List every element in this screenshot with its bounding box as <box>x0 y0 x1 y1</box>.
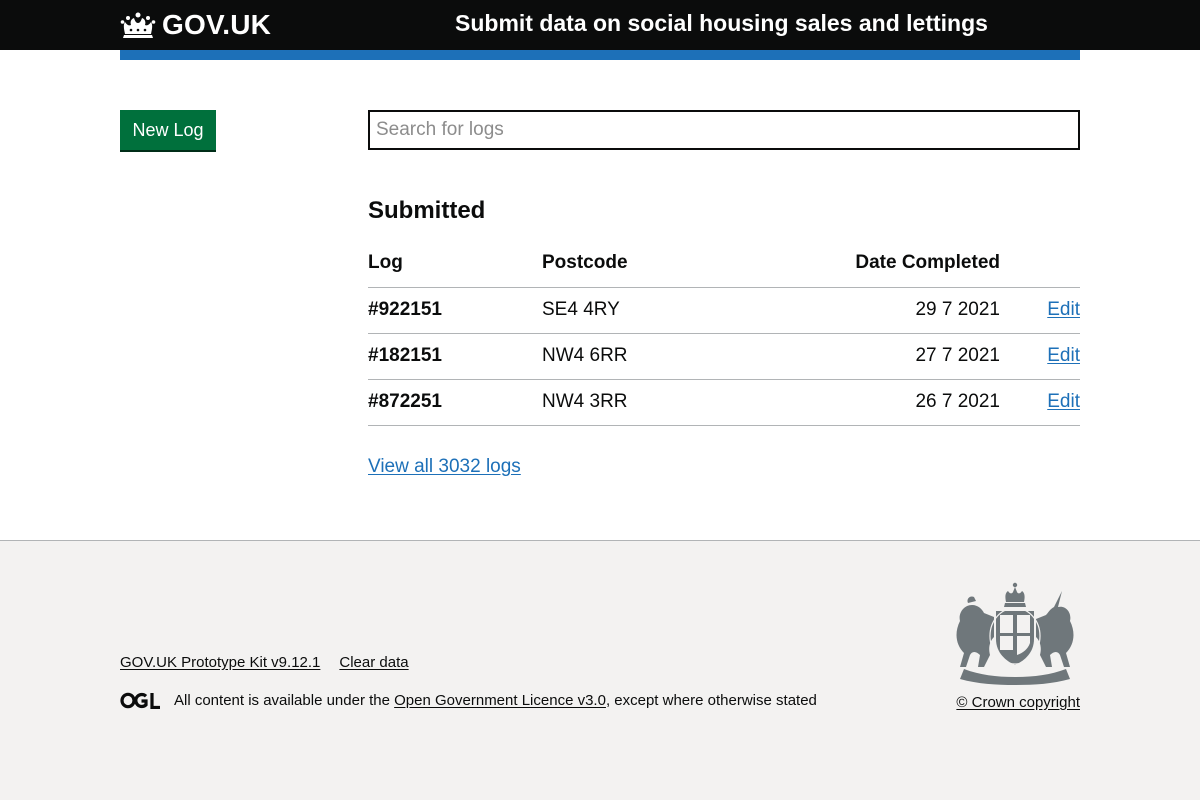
section-title: Submitted <box>368 197 486 224</box>
column-header-log: Log <box>368 240 542 288</box>
licence-statement: All content is available under the Open … <box>120 692 817 709</box>
column-header-postcode: Postcode <box>542 240 792 288</box>
open-government-licence-link[interactable]: Open Government Licence v3.0 <box>394 692 606 709</box>
log-id-cell: #182151 <box>368 333 542 380</box>
edit-link[interactable]: Edit <box>1047 345 1080 366</box>
service-name[interactable]: Submit data on social housing sales and … <box>455 10 988 37</box>
edit-cell: Edit <box>1000 333 1080 380</box>
licence-suffix: , except where otherwise stated <box>605 692 817 709</box>
footer-link-clear-data[interactable]: Clear data <box>339 654 408 671</box>
licence-text: All content is available under the Open … <box>174 692 817 709</box>
date-completed-cell: 26 7 2021 <box>792 379 1000 426</box>
table-row: #872251 NW4 3RR 26 7 2021 Edit <box>368 379 1080 426</box>
postcode-cell: NW4 6RR <box>542 333 792 380</box>
search-input[interactable] <box>368 110 1080 150</box>
date-completed-cell: 27 7 2021 <box>792 333 1000 380</box>
table-row: #182151 NW4 6RR 27 7 2021 Edit <box>368 333 1080 380</box>
edit-link[interactable]: Edit <box>1047 299 1080 320</box>
site-header: GOV.UK Submit data on social housing sal… <box>0 0 1200 50</box>
footer-link-prototype-kit[interactable]: GOV.UK Prototype Kit v9.12.1 <box>120 654 320 671</box>
date-completed-cell: 29 7 2021 <box>792 287 1000 334</box>
log-id-cell: #922151 <box>368 287 542 334</box>
header-blue-bar <box>120 50 1080 60</box>
logo-text: GOV.UK <box>162 9 272 40</box>
column-header-date-completed: Date Completed <box>792 240 1000 288</box>
column-header-actions <box>1000 240 1080 288</box>
ogl-logo-icon <box>120 692 160 709</box>
table-row: #922151 SE4 4RY 29 7 2021 Edit <box>368 287 1080 334</box>
crown-icon <box>120 12 156 38</box>
log-id-cell: #872251 <box>368 379 542 426</box>
site-footer: GOV.UK Prototype Kit v9.12.1 Clear data … <box>0 540 1200 800</box>
edit-cell: Edit <box>1000 287 1080 334</box>
crown-copyright-link[interactable]: © Crown copyright <box>956 694 1080 711</box>
submitted-logs-table: Log Postcode Date Completed #922151 SE4 … <box>368 240 1080 426</box>
view-all-logs-link[interactable]: View all 3032 logs <box>368 456 521 478</box>
postcode-cell: NW4 3RR <box>542 379 792 426</box>
edit-cell: Edit <box>1000 379 1080 426</box>
footer-links: GOV.UK Prototype Kit v9.12.1 Clear data <box>120 654 409 671</box>
table-header-row: Log Postcode Date Completed <box>368 240 1080 288</box>
licence-prefix: All content is available under the <box>174 692 395 709</box>
edit-link[interactable]: Edit <box>1047 391 1080 412</box>
new-log-button[interactable]: New Log <box>120 110 216 150</box>
royal-coat-of-arms-icon <box>956 582 1074 685</box>
govuk-logo-link[interactable]: GOV.UK <box>120 8 271 42</box>
postcode-cell: SE4 4RY <box>542 287 792 334</box>
header-container: GOV.UK Submit data on social housing sal… <box>120 0 1080 50</box>
